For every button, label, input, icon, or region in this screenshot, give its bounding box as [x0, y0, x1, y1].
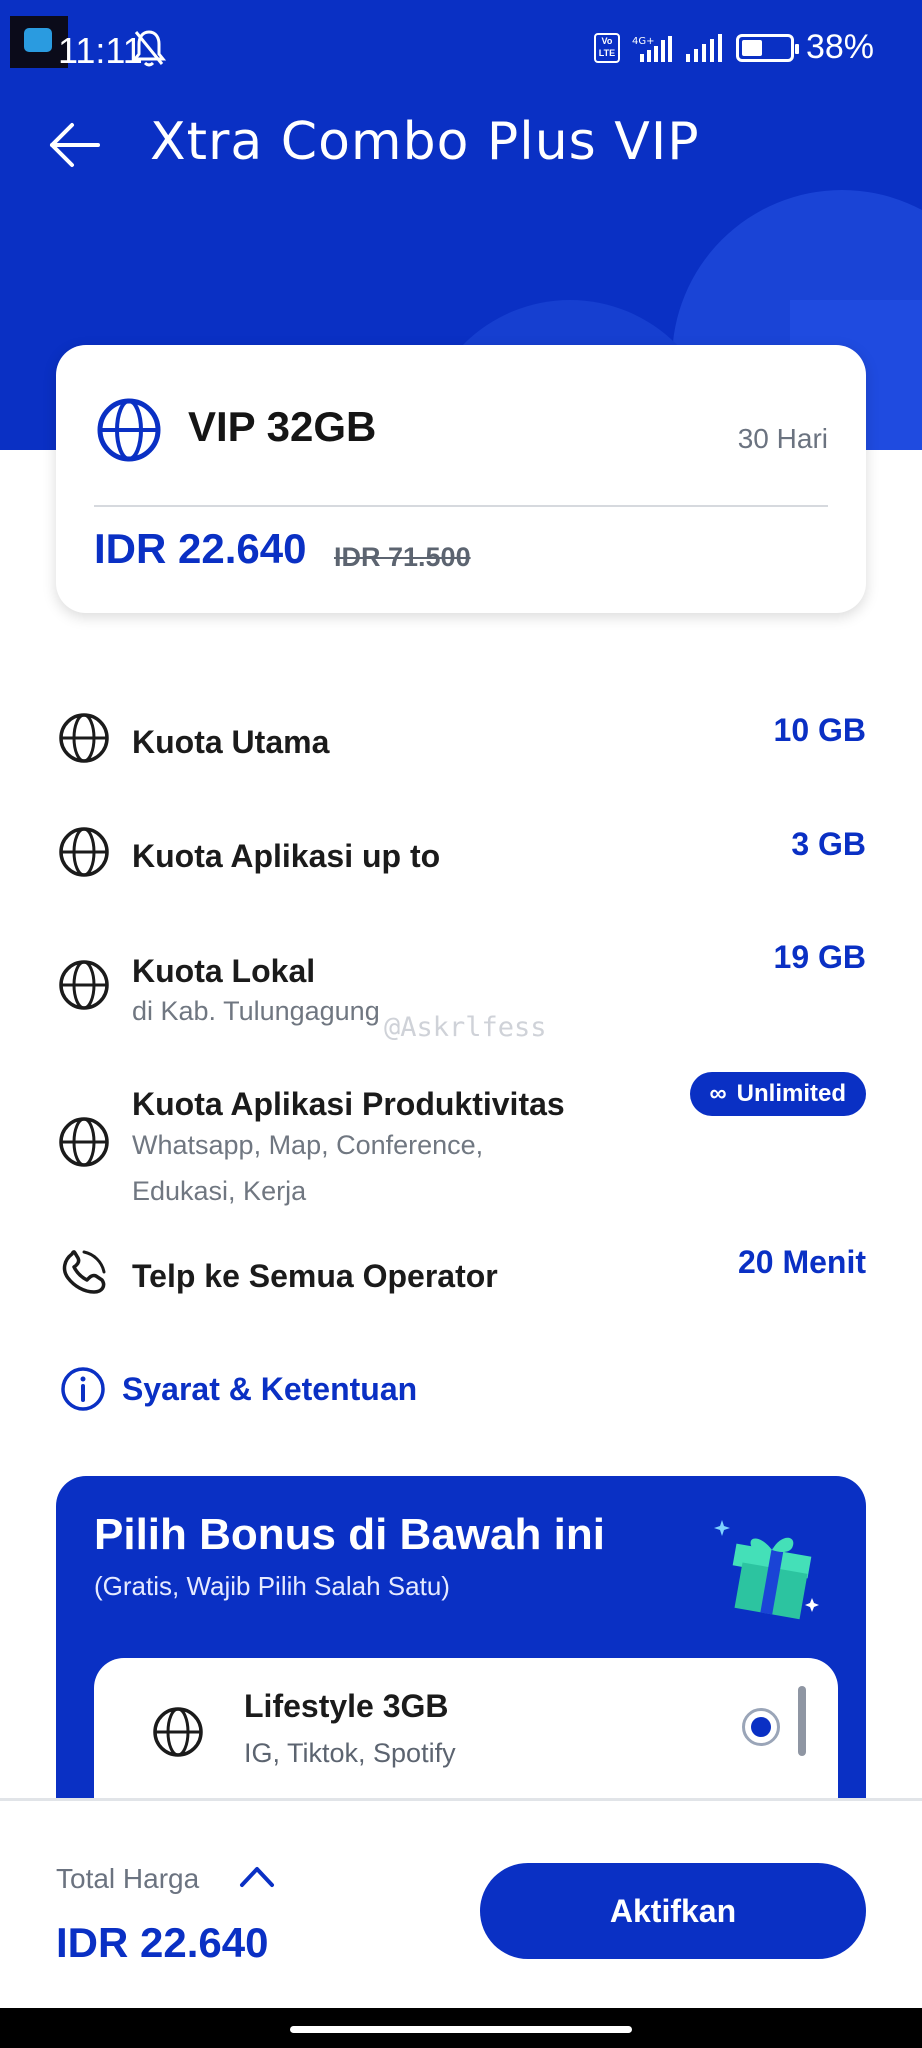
globe-icon [153, 1707, 203, 1757]
globe-icon [59, 960, 109, 1010]
status-indicators: Vo LTE 4G+ 38% [593, 28, 874, 67]
bonus-radio-selected[interactable] [742, 1708, 780, 1746]
bonus-option-name: Lifestyle 3GB [244, 1688, 449, 1724]
benefit-title: Kuota Aplikasi up to [132, 838, 441, 874]
system-nav-bar [0, 2008, 922, 2048]
package-name: VIP 32GB [188, 403, 377, 450]
globe-icon [59, 1117, 109, 1167]
benefit-value: 3 GB [791, 826, 866, 862]
bonus-section: Pilih Bonus di Bawah ini (Gratis, Wajib … [56, 1476, 866, 1806]
globe-icon [97, 398, 161, 462]
globe-icon [59, 713, 109, 763]
total-label: Total Harga [56, 1863, 200, 1894]
back-arrow-icon[interactable] [48, 120, 102, 170]
bell-muted-icon [132, 30, 166, 67]
status-time: 11:11 [58, 30, 143, 71]
benefit-item: Kuota Utama 10 GB [56, 700, 866, 780]
signal-icon [685, 33, 722, 62]
volte-icon: Vo LTE [593, 32, 620, 63]
package-card: VIP 32GB 30 Hari IDR 22.640 IDR 71.500 [56, 345, 866, 613]
home-indicator[interactable] [290, 2026, 632, 2033]
activate-button[interactable]: Aktifkan [480, 1863, 866, 1959]
total-price: IDR 22.640 [56, 1919, 269, 1966]
package-duration: 30 Hari [737, 423, 828, 454]
gift-icon [714, 1520, 819, 1620]
scrollbar[interactable] [798, 1686, 806, 1756]
package-old-price: IDR 71.500 [334, 542, 471, 572]
info-icon [61, 1367, 105, 1411]
benefit-item: Telp ke Semua Operator 20 Menit [56, 1238, 866, 1318]
network-type: 4G+ [632, 36, 655, 47]
benefit-subtitle: Whatsapp, Map, Conference, Edukasi, Kerj… [132, 1130, 484, 1206]
benefit-title: Kuota Utama [132, 724, 330, 760]
status-bar: 11:11 Vo LTE 4G+ 38% [0, 0, 922, 100]
benefit-value: 10 GB [773, 712, 866, 748]
chevron-up-icon[interactable] [238, 1861, 276, 1891]
page-title: Xtra Combo Plus VIP [150, 112, 700, 172]
benefit-title: Kuota Aplikasi Produktivitas [132, 1086, 565, 1122]
benefit-value: 19 GB [773, 939, 866, 975]
terms-link[interactable]: Syarat & Ketentuan [60, 1366, 417, 1412]
benefit-title: Telp ke Semua Operator [132, 1258, 498, 1294]
benefit-title: Kuota Lokal [132, 953, 316, 989]
infinity-icon: ∞ [709, 1080, 727, 1107]
benefit-item: Kuota Aplikasi up to 3 GB [56, 814, 866, 894]
phone-icon [62, 1250, 106, 1294]
watermark: @Askrlfess [384, 1012, 547, 1043]
battery-level: 38% [805, 28, 874, 66]
globe-icon [59, 827, 109, 877]
terms-label[interactable]: Syarat & Ketentuan [122, 1371, 417, 1408]
badge-label: Unlimited [736, 1080, 846, 1107]
unlimited-badge: ∞ Unlimited [689, 1072, 866, 1116]
bottom-summary-bar: Total Harga IDR 22.640 Aktifkan [0, 1798, 922, 2008]
package-price: IDR 22.640 [94, 525, 307, 572]
bonus-option-apps: IG, Tiktok, Spotify [244, 1738, 456, 1768]
battery-icon [735, 33, 799, 62]
divider [94, 505, 828, 507]
bonus-subtitle: (Gratis, Wajib Pilih Salah Satu) [94, 1571, 450, 1601]
benefit-value: 20 Menit [737, 1244, 866, 1280]
bonus-option-card[interactable]: Lifestyle 3GB IG, Tiktok, Spotify [94, 1658, 838, 1806]
signal-4g-icon: 4G+ [632, 35, 672, 62]
bonus-title: Pilih Bonus di Bawah ini [94, 1510, 605, 1559]
benefit-item: Kuota Aplikasi Produktivitas Whatsapp, M… [56, 1072, 866, 1222]
